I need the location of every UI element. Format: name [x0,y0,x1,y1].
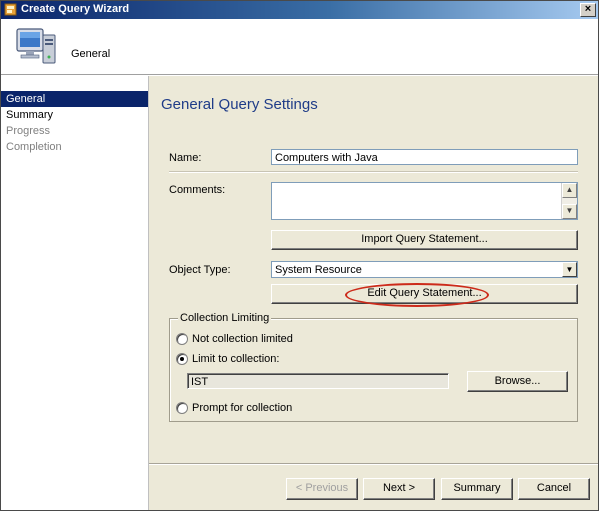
summary-button[interactable]: Summary [441,478,513,500]
computer-icon [16,28,56,64]
browse-button[interactable]: Browse... [467,371,568,392]
radio-not-limited[interactable] [176,333,188,345]
footer-separator [149,463,598,465]
wizard-app-icon [4,3,17,16]
object-type-value: System Resource [275,264,362,276]
radio-prompt[interactable] [176,402,188,414]
import-query-button[interactable]: Import Query Statement... [271,230,578,250]
collection-field[interactable]: IST [187,373,449,389]
radio-not-limited-label[interactable]: Not collection limited [192,333,293,345]
radio-prompt-label[interactable]: Prompt for collection [192,402,292,414]
page-title: General Query Settings [161,96,318,113]
radio-limit-to-collection[interactable] [176,353,188,365]
separator [169,171,578,173]
highlight-annotation [345,283,489,307]
name-field[interactable]: Computers with Java [271,149,578,165]
nav-item-progress: Progress [6,125,51,137]
main-panel: General Query Settings Name: Computers w… [148,76,598,510]
object-type-label: Object Type: [169,264,231,276]
nav-item-completion: Completion [6,141,62,153]
window-title: Create Query Wizard [21,3,130,15]
dropdown-arrow-icon[interactable]: ▼ [562,262,577,277]
nav-item-summary[interactable]: Summary [1,107,148,123]
header-title: General [71,48,111,60]
close-icon: × [584,3,592,15]
title-bar[interactable]: Create Query Wizard × [1,1,598,19]
wizard-window: Create Query Wizard × General General Su… [0,0,599,511]
collection-limiting-legend: Collection Limiting [178,312,272,324]
comments-field[interactable] [271,182,578,220]
scroll-down-icon[interactable]: ▼ [562,204,577,219]
cancel-button[interactable]: Cancel [518,478,590,500]
wizard-nav: General Summary Progress Completion [1,91,148,510]
previous-button: < Previous [286,478,358,500]
comments-label: Comments: [169,184,226,196]
close-button[interactable]: × [580,3,596,17]
radio-limit-label[interactable]: Limit to collection: [192,353,279,365]
wizard-header: General [1,19,598,75]
name-label: Name: [169,152,202,164]
collection-limiting-group: Collection Limiting Not collection limit… [169,312,578,422]
object-type-select[interactable]: System Resource ▼ [271,261,578,278]
nav-item-general[interactable]: General [1,91,148,107]
scroll-up-icon[interactable]: ▲ [562,183,577,198]
next-button[interactable]: Next > [363,478,435,500]
comments-scrollbar[interactable]: ▲ ▼ [561,183,577,219]
